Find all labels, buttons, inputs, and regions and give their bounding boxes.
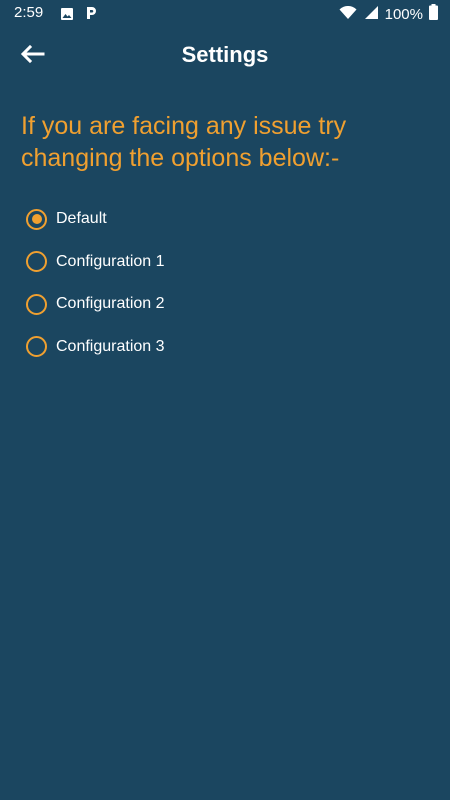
notification-icons xyxy=(60,5,98,25)
status-time: 2:59 xyxy=(14,4,44,21)
radio-button[interactable] xyxy=(26,293,47,315)
option-configuration-2[interactable]: Configuration 2 xyxy=(26,283,406,326)
option-configuration-1[interactable]: Configuration 1 xyxy=(26,241,406,284)
app-bar: Settings xyxy=(0,30,450,84)
status-bar: 2:59 100% xyxy=(0,0,450,26)
instructions-text: If you are facing any issue try changing… xyxy=(21,112,347,172)
battery-percentage: 100% xyxy=(384,5,423,23)
radio-button[interactable] xyxy=(26,251,47,273)
battery-icon xyxy=(429,4,438,24)
option-default[interactable]: Default xyxy=(26,198,406,241)
configuration-radio-group: Default Configuration 1 Configuration 2 … xyxy=(26,198,406,368)
wifi-icon xyxy=(339,5,357,24)
page-title: Settings xyxy=(181,42,269,67)
option-label: Default xyxy=(56,210,107,228)
option-label: Configuration 1 xyxy=(56,252,165,270)
image-icon xyxy=(60,6,74,25)
option-label: Configuration 2 xyxy=(56,295,165,313)
parking-icon xyxy=(84,5,98,25)
system-icons: 100% xyxy=(339,4,438,24)
signal-icon xyxy=(363,5,379,24)
radio-button-selected[interactable] xyxy=(26,208,47,230)
radio-button[interactable] xyxy=(26,336,47,358)
option-label: Configuration 3 xyxy=(56,337,165,355)
option-configuration-3[interactable]: Configuration 3 xyxy=(26,326,406,369)
